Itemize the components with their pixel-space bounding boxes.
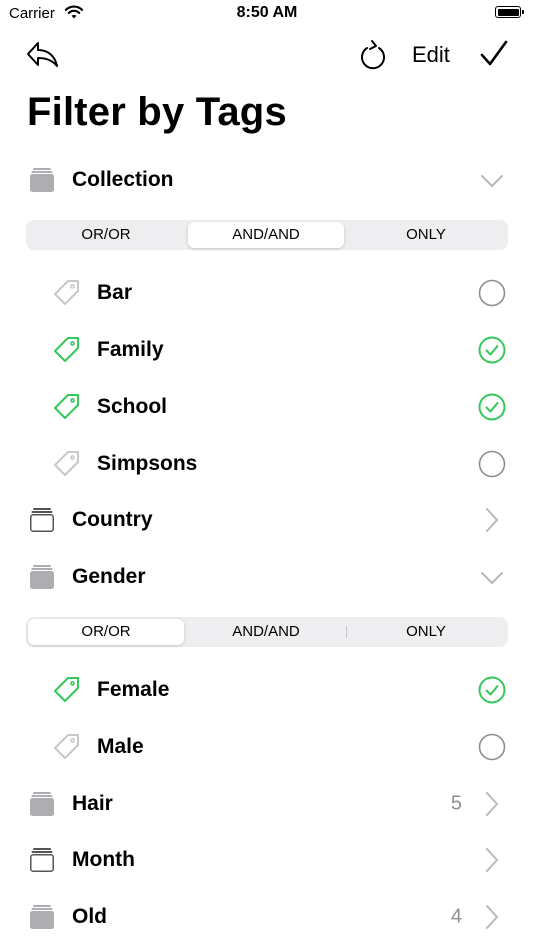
done-check-icon[interactable] xyxy=(478,38,510,70)
chevron-right-icon[interactable] xyxy=(478,506,506,534)
segment-option[interactable]: AND/AND xyxy=(188,221,344,248)
checked-circle-icon[interactable] xyxy=(477,675,507,705)
refresh-icon[interactable] xyxy=(357,38,389,72)
tag-group-label: Month xyxy=(72,848,135,872)
chevron-down-icon[interactable] xyxy=(478,563,506,591)
tag-group-row[interactable]: Country xyxy=(0,492,534,548)
chevron-right-icon[interactable] xyxy=(478,903,506,931)
folder-filled-icon xyxy=(28,166,56,194)
tag-row[interactable]: Family xyxy=(0,322,534,378)
tag-icon xyxy=(51,448,83,480)
unchecked-circle-icon[interactable] xyxy=(477,278,507,308)
tag-group-row[interactable]: Hair 5 xyxy=(0,776,534,832)
tag-row[interactable]: Male xyxy=(0,719,534,775)
tag-icon xyxy=(51,277,83,309)
tag-icon xyxy=(51,674,83,706)
tag-group-row[interactable]: Old 4 xyxy=(0,889,534,945)
tag-label: Family xyxy=(97,338,164,362)
segment-option[interactable]: ONLY xyxy=(348,619,504,645)
back-icon[interactable] xyxy=(24,38,60,70)
match-mode-segmented-control[interactable]: OR/OR AND/AND ONLY xyxy=(26,219,508,250)
battery-icon xyxy=(495,6,524,18)
tag-group-label: Hair xyxy=(72,791,113,815)
segment-divider xyxy=(346,625,347,638)
tag-label: School xyxy=(97,394,168,418)
tag-label: Simpsons xyxy=(97,451,198,475)
unchecked-circle-icon[interactable] xyxy=(477,732,507,762)
tag-count-badge: 5 xyxy=(450,792,462,815)
tag-group-row[interactable]: Collection xyxy=(0,152,534,208)
segment-option[interactable]: OR/OR xyxy=(28,618,184,645)
folder-icon xyxy=(28,846,56,874)
tag-row[interactable]: School xyxy=(0,379,534,435)
chevron-right-icon[interactable] xyxy=(478,846,506,874)
tag-group-row[interactable]: Month xyxy=(0,832,534,888)
tag-label: Female xyxy=(97,678,170,702)
tag-icon xyxy=(51,391,83,423)
chevron-right-icon[interactable] xyxy=(478,790,506,818)
tag-group-label: Gender xyxy=(72,564,146,588)
chevron-down-icon[interactable] xyxy=(478,166,506,194)
segment-option[interactable]: ONLY xyxy=(348,222,504,248)
checked-circle-icon[interactable] xyxy=(477,392,507,422)
tag-row[interactable]: Bar xyxy=(0,265,534,321)
tag-label: Bar xyxy=(97,281,133,305)
edit-button[interactable]: Edit xyxy=(412,42,450,68)
tag-icon xyxy=(51,731,83,763)
tag-group-row[interactable]: Gender xyxy=(0,549,534,605)
segment-option[interactable]: OR/OR xyxy=(28,222,184,248)
tag-row[interactable]: Simpsons xyxy=(0,436,534,492)
status-time: 8:50 AM xyxy=(236,4,298,21)
tag-group-label: Collection xyxy=(72,168,174,191)
page-title: Filter by Tags xyxy=(27,90,287,134)
folder-icon xyxy=(28,506,56,534)
tag-label: Male xyxy=(97,735,144,758)
folder-filled-icon xyxy=(28,790,56,818)
checked-circle-icon[interactable] xyxy=(477,335,507,365)
tag-count-badge: 4 xyxy=(450,905,462,928)
match-mode-segmented-control[interactable]: OR/OR AND/AND ONLY xyxy=(26,616,508,647)
folder-filled-icon xyxy=(28,903,56,931)
tag-group-label: Country xyxy=(72,508,153,532)
tag-icon xyxy=(51,334,83,366)
segment-option[interactable]: AND/AND xyxy=(188,619,344,645)
unchecked-circle-icon[interactable] xyxy=(477,449,507,479)
tag-row[interactable]: Female xyxy=(0,662,534,718)
tag-group-label: Old xyxy=(72,905,107,929)
folder-filled-icon xyxy=(28,563,56,591)
